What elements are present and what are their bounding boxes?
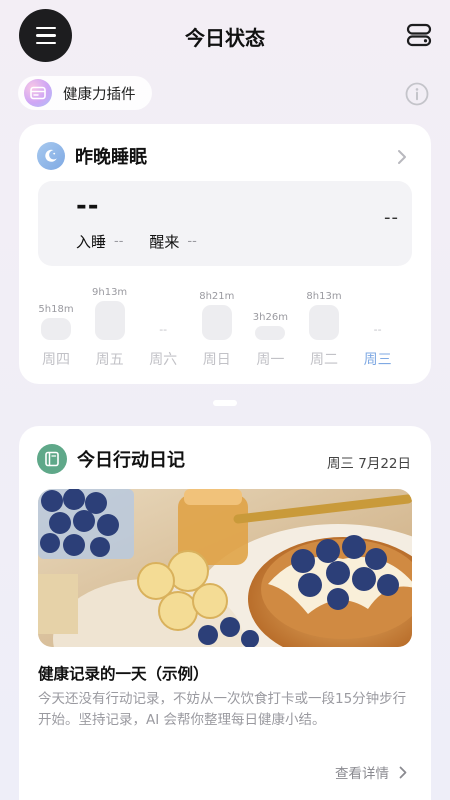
weekday-label: 周一 <box>256 352 285 368</box>
breakfast-photo <box>38 489 412 647</box>
bedtime-label: 入睡 <box>76 233 107 251</box>
weekday-label: 周四 <box>42 352 70 368</box>
sleep-duration-value: -- <box>76 191 100 221</box>
diary-entry-title: 健康记录的一天（示例） <box>38 665 209 683</box>
sleep-day-3[interactable]: 8h21m 周日 <box>190 287 244 368</box>
sleep-score-value: -- <box>384 207 399 228</box>
weekday-label: 周五 <box>95 352 124 368</box>
bedtime-value: -- <box>114 234 124 249</box>
plugin-label: 健康力插件 <box>63 86 136 103</box>
sleep-bar <box>255 325 286 340</box>
sleep-day-5[interactable]: 8h13m 周二 <box>297 287 351 368</box>
wake-label: 醒来 <box>149 233 180 251</box>
sleep-summary-box: -- -- 入睡 -- 醒来 -- <box>38 181 412 266</box>
sleep-day-6[interactable]: -- 周三 <box>351 287 405 368</box>
weekday-label: 周二 <box>310 352 338 368</box>
health-plugin-chip[interactable]: 健康力插件 <box>18 76 152 110</box>
info-icon[interactable] <box>405 82 429 106</box>
chevron-right-icon[interactable] <box>397 149 407 165</box>
sleep-bar <box>41 317 71 340</box>
view-details-label: 查看详情 <box>335 766 389 782</box>
widget-layout-icon[interactable] <box>406 22 432 48</box>
weekday-label: 周日 <box>202 352 231 368</box>
weekday-label: 周六 <box>149 352 178 368</box>
top-bar: 今日状态 <box>0 0 450 72</box>
weekly-sleep-chart: 5h18m 周四 9h13m 周五 -- 周六 8h21m 周日 3h26m 周一 8h13m 周二 -… <box>19 287 431 368</box>
chevron-right-icon <box>399 766 407 778</box>
sleep-day-0[interactable]: 5h18m 周四 <box>29 287 83 368</box>
diary-card-title: 今日行动日记 <box>77 450 185 471</box>
page-title: 今日状态 <box>185 26 265 50</box>
sleep-bar <box>309 305 339 340</box>
sleep-duration-label: 8h21m <box>199 290 235 302</box>
plugin-card-icon <box>24 79 52 107</box>
sleep-duration-label: -- <box>373 323 382 336</box>
diary-date: 周三 7月22日 <box>326 456 411 472</box>
sleep-duration-label: 5h18m <box>38 303 74 315</box>
sleep-card-title: 昨晚睡眠 <box>75 147 147 168</box>
sleep-day-4[interactable]: 3h26m 周一 <box>243 287 297 368</box>
sleep-day-2[interactable]: -- 周六 <box>136 287 190 368</box>
sleep-duration-label: -- <box>159 323 168 336</box>
sleep-duration-label: 3h26m <box>252 311 288 323</box>
diary-entry-description: 今天还没有行动记录，不妨从一次饮食打卡或一段15分钟步行开始。坚持记录，AI 会… <box>38 691 407 728</box>
sleep-card-header: 昨晚睡眠 <box>37 142 147 170</box>
sleep-bar <box>201 304 232 340</box>
sleep-duration-label: 8h13m <box>306 291 342 303</box>
view-details-link[interactable]: 查看详情 <box>335 762 407 782</box>
sleep-day-1[interactable]: 9h13m 周五 <box>83 287 137 368</box>
diary-card-header: 今日行动日记 <box>37 444 185 474</box>
weekday-label: 周三 <box>363 352 392 368</box>
wake-value: -- <box>187 234 197 249</box>
page-indicator <box>213 400 237 406</box>
diary-card[interactable]: 今日行动日记 周三 7月22日 健康记录的一天（示例） 今天还没有行动记录，不妨… <box>19 426 431 800</box>
diary-book-icon <box>37 444 67 474</box>
sleep-times-row: 入睡 -- 醒来 -- <box>76 231 197 252</box>
sleep-bar <box>94 301 125 340</box>
moon-icon <box>37 142 65 170</box>
sleep-card[interactable]: 昨晚睡眠 -- -- 入睡 -- 醒来 -- 5h18m 周四 9h13m 周五 -- 周… <box>19 124 431 384</box>
sleep-duration-label: 9h13m <box>92 287 128 299</box>
